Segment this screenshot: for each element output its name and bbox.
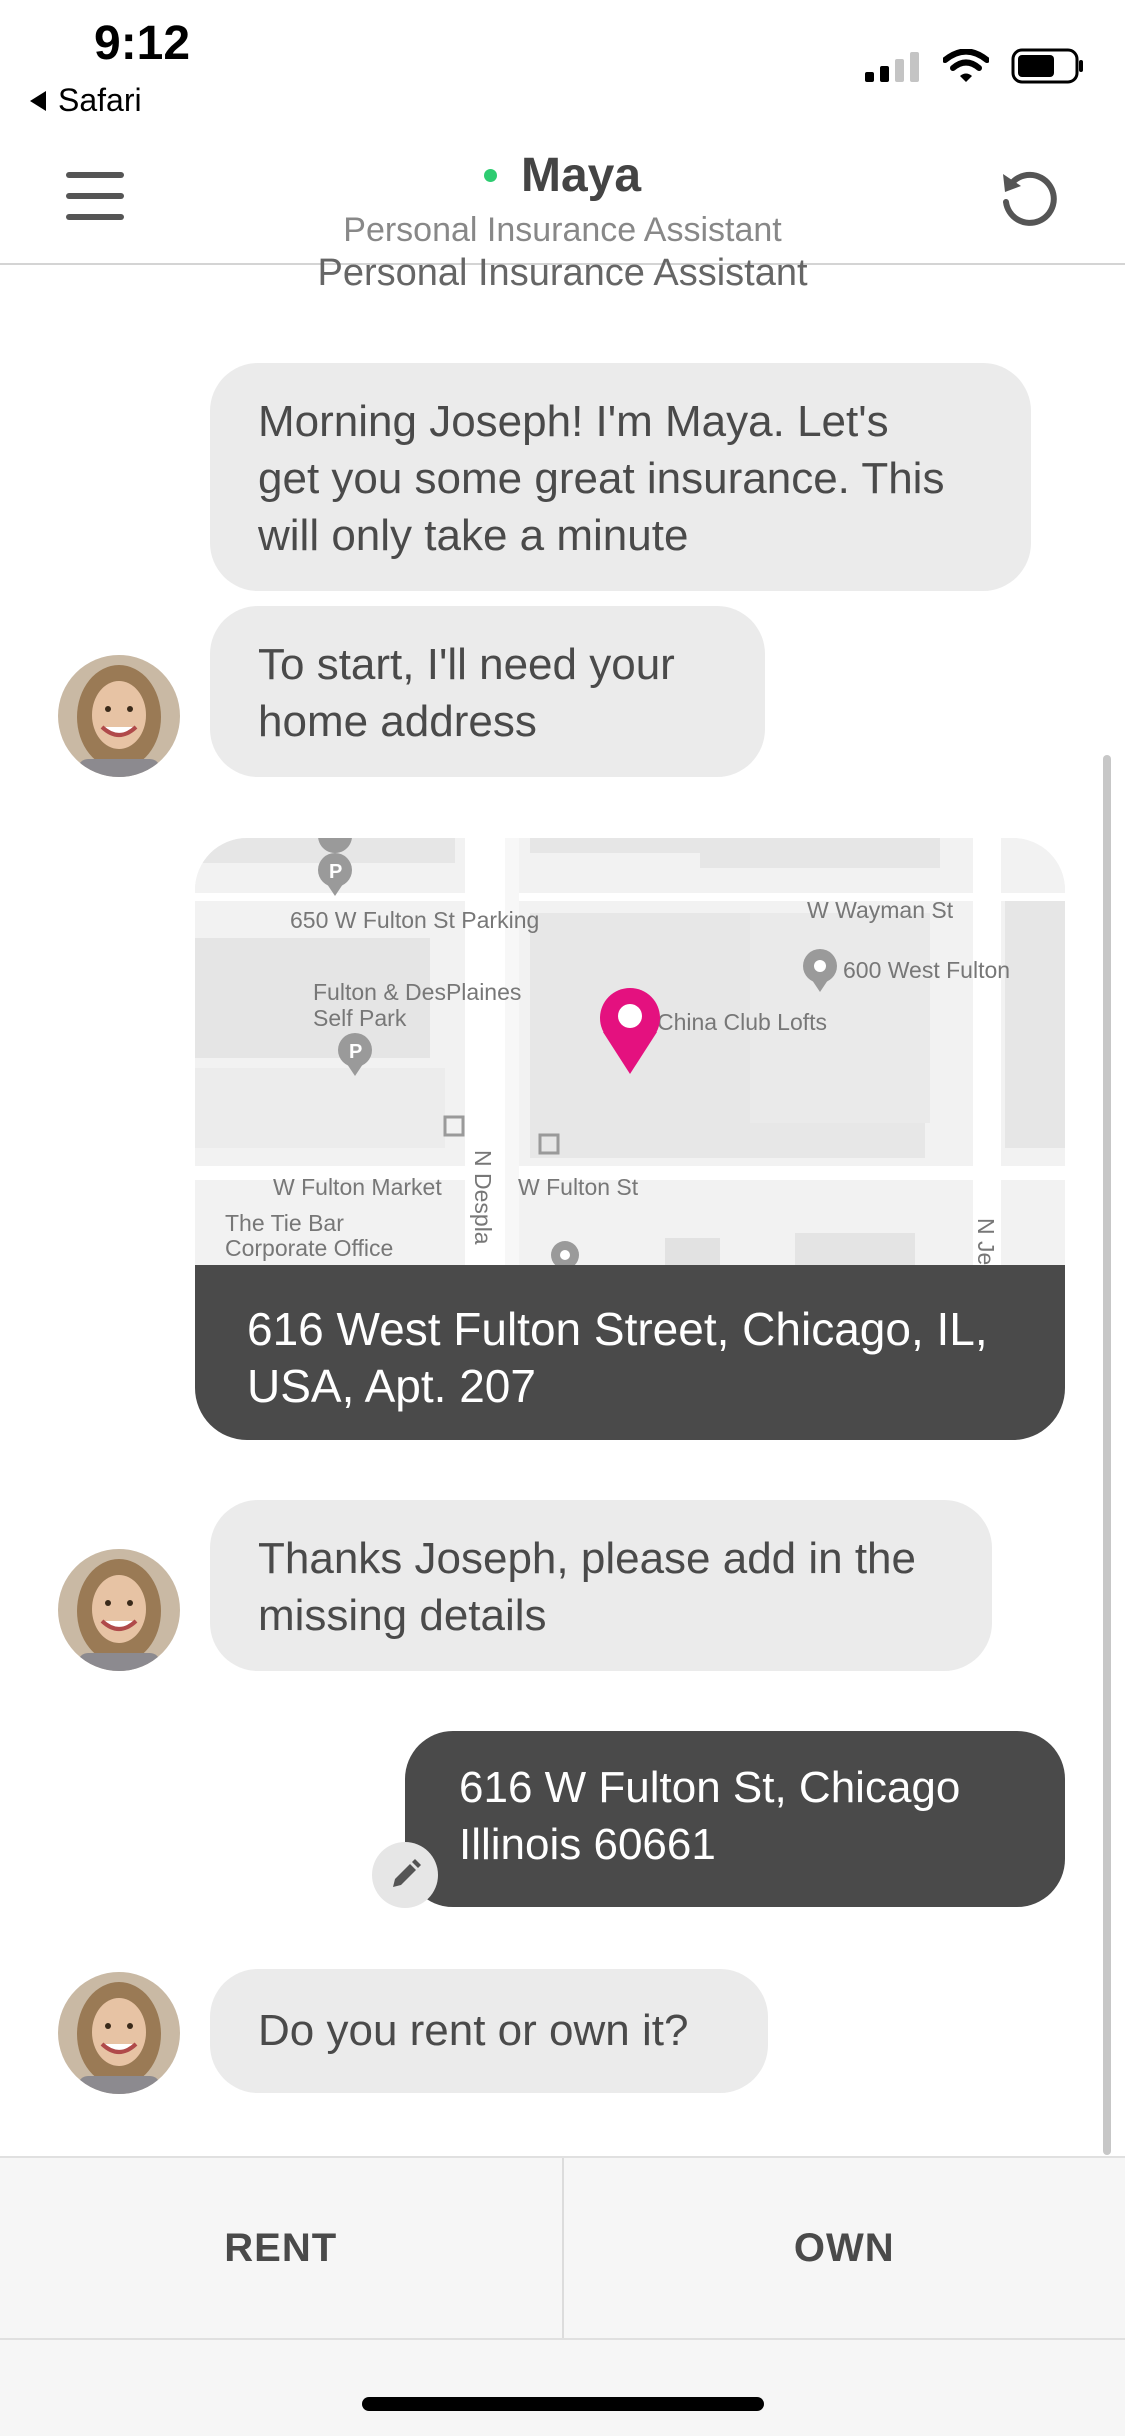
- assistant-avatar: [58, 1549, 180, 1671]
- status-time: 9:12: [94, 17, 191, 70]
- assistant-name: Maya: [520, 149, 642, 202]
- address-map-card[interactable]: P P 650 W Fulton St Parking W Wayman St …: [195, 838, 1065, 1440]
- svg-text:Self Park: Self Park: [313, 1005, 407, 1031]
- address-map: P P 650 W Fulton St Parking W Wayman St …: [195, 838, 1065, 1265]
- svg-text:P: P: [349, 1041, 362, 1063]
- svg-text:600 West Fulton: 600 West Fulton: [843, 957, 1010, 983]
- own-button[interactable]: OWN: [564, 2158, 1125, 2338]
- cellular-signal-icon: [865, 52, 919, 82]
- svg-text:The Tie Bar: The Tie Bar: [225, 1210, 344, 1236]
- assistant-message: Thanks Joseph, please add in the missing…: [210, 1500, 992, 1671]
- edit-message-button[interactable]: [372, 1842, 438, 1908]
- assistant-title: Maya Personal Insurance Assistant: [0, 148, 1125, 250]
- svg-text:W Fulton St: W Fulton St: [518, 1174, 639, 1200]
- assistant-subtitle: Personal Insurance Assistant: [343, 211, 782, 249]
- back-to-safari-link[interactable]: Safari: [30, 82, 142, 119]
- user-message: 616 W Fulton St, Chicago Illinois 60661: [405, 1731, 1065, 1907]
- rent-button[interactable]: RENT: [0, 2158, 562, 2338]
- assistant-avatar: [58, 655, 180, 777]
- svg-text:P: P: [329, 861, 342, 883]
- assistant-message: Do you rent or own it?: [210, 1969, 768, 2093]
- back-triangle-icon: [30, 90, 46, 111]
- battery-icon: [1011, 48, 1083, 84]
- svg-text:W Wayman St: W Wayman St: [807, 897, 954, 923]
- assistant-message: Morning Joseph! I'm Maya. Let's get you …: [210, 363, 1031, 591]
- chat-top-subtitle: Personal Insurance Assistant: [317, 252, 808, 294]
- status-bar: 9:12 Safari: [0, 0, 1125, 130]
- chat-header: Maya Personal Insurance Assistant: [0, 130, 1125, 265]
- map-address-text: 616 West Fulton Street, Chicago, IL, USA…: [195, 1265, 1065, 1440]
- svg-text:650 W Fulton St Parking: 650 W Fulton St Parking: [290, 907, 539, 933]
- svg-text:Fulton & DesPlaines: Fulton & DesPlaines: [313, 979, 521, 1005]
- svg-text:China Club Lofts: China Club Lofts: [657, 1009, 827, 1035]
- refresh-icon[interactable]: [993, 162, 1065, 234]
- home-indicator[interactable]: [362, 2397, 764, 2411]
- back-app-label: Safari: [58, 82, 142, 118]
- assistant-avatar: [58, 1972, 180, 2094]
- reply-choices: RENT OWN: [0, 2156, 1125, 2340]
- svg-text:N Despla: N Despla: [470, 1150, 496, 1245]
- svg-text:Corporate Office: Corporate Office: [225, 1235, 393, 1261]
- status-icons: [865, 48, 1085, 84]
- pencil-icon: [393, 1859, 421, 1887]
- online-status-dot: [483, 169, 497, 182]
- chat-scrollbar[interactable]: [1103, 755, 1111, 2155]
- home-area: [0, 2340, 1125, 2436]
- svg-text:W Fulton Market: W Fulton Market: [273, 1174, 442, 1200]
- assistant-message: To start, I'll need your home address: [210, 606, 765, 777]
- wifi-icon: [943, 49, 989, 82]
- svg-text:N Je: N Je: [973, 1218, 999, 1265]
